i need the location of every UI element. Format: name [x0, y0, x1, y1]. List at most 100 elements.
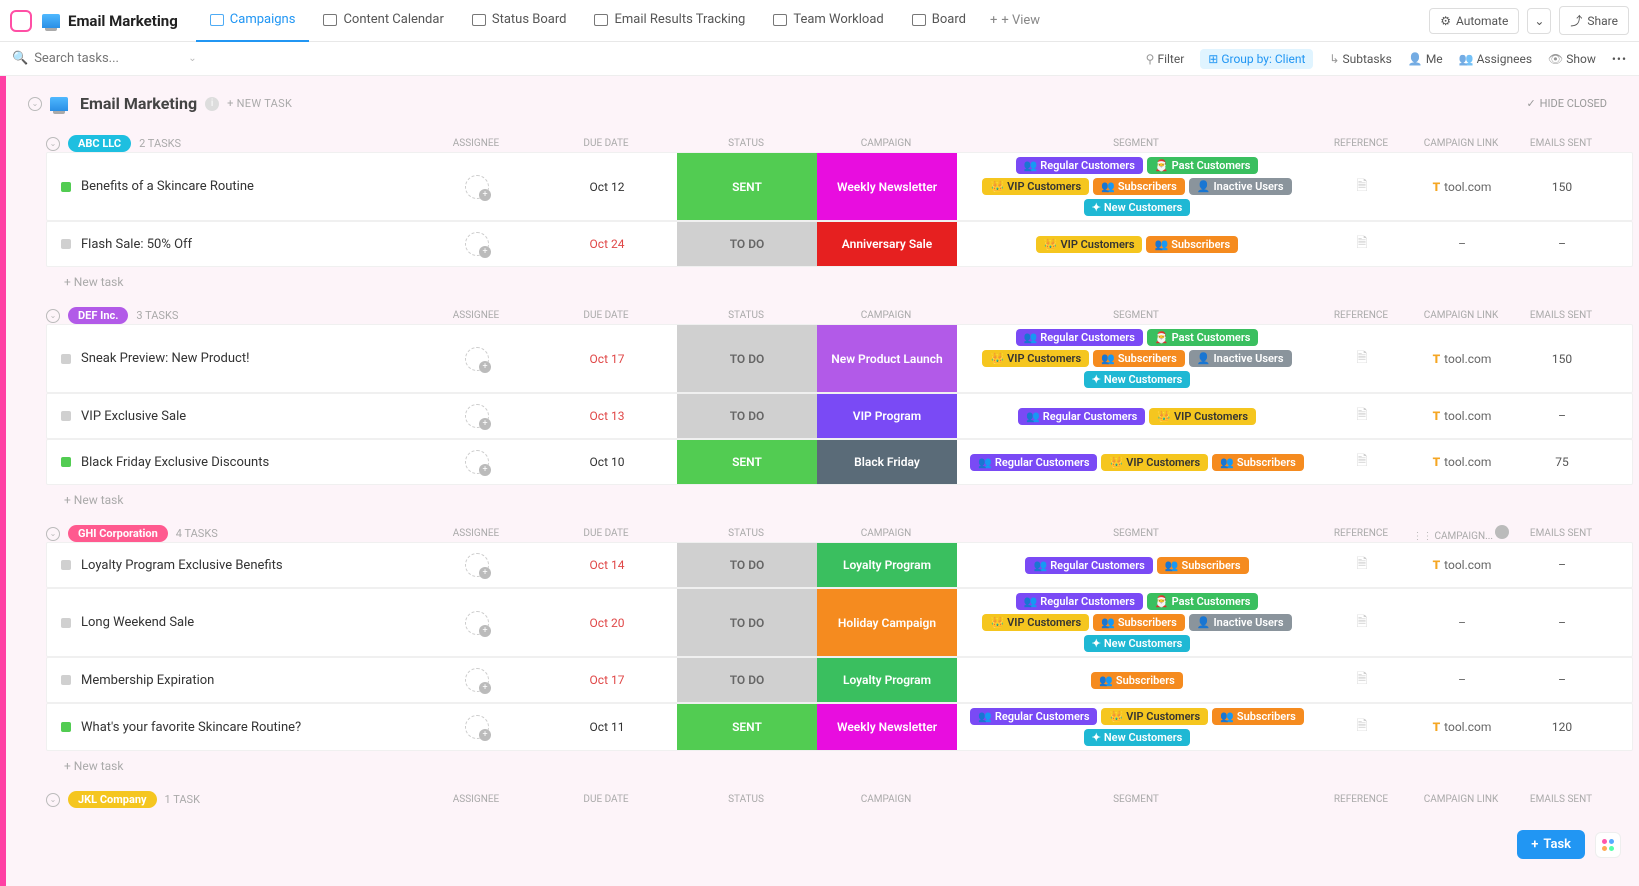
column-header[interactable]: CAMPAIGN — [816, 138, 956, 149]
segments-cell[interactable]: 👥 Regular Customers👑 VIP Customers — [957, 404, 1317, 429]
status-square-icon[interactable] — [61, 722, 71, 732]
due-date[interactable]: Oct 17 — [537, 352, 677, 366]
status-cell[interactable]: SENT — [677, 153, 817, 220]
column-header[interactable]: EMAILS SENT — [1516, 310, 1606, 321]
column-header[interactable]: STATUS — [676, 528, 816, 539]
subtasks-button[interactable]: ↳ Subtasks — [1329, 52, 1391, 66]
column-header[interactable]: SEGMENT — [956, 528, 1316, 539]
column-header[interactable]: SEGMENT — [956, 138, 1316, 149]
segments-cell[interactable]: 👥 Subscribers — [957, 668, 1317, 693]
campaign-cell[interactable]: New Product Launch — [817, 325, 957, 392]
reference-icon[interactable]: 🗎 — [1356, 450, 1367, 474]
segment-tag[interactable]: 👤 Inactive Users — [1189, 614, 1292, 631]
segment-tag[interactable]: ✦ New Customers — [1084, 729, 1191, 746]
column-header[interactable]: ASSIGNEE — [416, 138, 536, 149]
due-date[interactable]: Oct 11 — [537, 720, 677, 734]
drag-handle-icon[interactable]: ⋮⋮ — [1413, 531, 1433, 542]
column-header[interactable]: STATUS — [676, 794, 816, 805]
segment-tag[interactable]: 👑 VIP Customers — [982, 614, 1089, 631]
group-pill[interactable]: ABC LLC — [68, 135, 131, 152]
column-header[interactable]: CAMPAIGN — [816, 528, 956, 539]
reference-icon[interactable]: 🗎 — [1356, 404, 1367, 428]
segments-cell[interactable]: 👥 Regular Customers👑 VIP Customers👥 Subs… — [957, 704, 1317, 750]
status-square-icon[interactable] — [61, 354, 71, 364]
segment-tag[interactable]: 👥 Regular Customers — [1018, 408, 1145, 425]
column-header[interactable]: REFERENCE — [1316, 138, 1406, 149]
new-task-button[interactable]: + NEW TASK — [227, 97, 292, 110]
segment-tag[interactable]: 👑 VIP Customers — [982, 178, 1089, 195]
task-row[interactable]: Sneak Preview: New Product!Oct 17TO DONe… — [46, 324, 1633, 393]
search-input[interactable] — [34, 51, 174, 66]
collapse-group-icon[interactable]: ⌄ — [46, 793, 60, 807]
column-header[interactable]: REFERENCE — [1316, 528, 1406, 539]
automate-dropdown[interactable]: ⌄ — [1527, 8, 1551, 34]
reference-icon[interactable]: 🗎 — [1356, 715, 1367, 739]
assignee-add-icon[interactable] — [465, 611, 489, 635]
segment-tag[interactable]: 👑 VIP Customers — [1036, 236, 1143, 253]
segment-tag[interactable]: 👥 Subscribers — [1093, 350, 1185, 367]
segment-tag[interactable]: 👥 Subscribers — [1212, 454, 1304, 471]
apps-fab[interactable] — [1595, 832, 1621, 858]
me-button[interactable]: 👤 Me — [1408, 52, 1443, 66]
tab-email-results-tracking[interactable]: Email Results Tracking — [580, 0, 759, 42]
task-row[interactable]: What's your favorite Skincare Routine?Oc… — [46, 703, 1633, 751]
segment-tag[interactable]: 👥 Subscribers — [1093, 614, 1185, 631]
assignee-add-icon[interactable] — [465, 347, 489, 371]
status-cell[interactable]: SENT — [677, 440, 817, 484]
column-header[interactable]: EMAILS SENT — [1516, 138, 1606, 149]
segment-tag[interactable]: 👑 VIP Customers — [1101, 708, 1208, 725]
assignees-button[interactable]: 👥 Assignees — [1459, 52, 1532, 66]
new-task-row[interactable]: + New task — [24, 485, 1633, 507]
reference-icon[interactable]: 🗎 — [1356, 232, 1367, 256]
assignee-add-icon[interactable] — [465, 404, 489, 428]
emails-sent[interactable]: 150 — [1517, 352, 1607, 366]
segment-tag[interactable]: 👥 Regular Customers — [1016, 329, 1143, 346]
segment-tag[interactable]: 🎅 Past Customers — [1147, 157, 1259, 174]
segment-tag[interactable]: 👥 Subscribers — [1157, 557, 1249, 574]
campaign-link[interactable]: T tool.com — [1407, 720, 1517, 734]
campaign-link[interactable]: T tool.com — [1407, 558, 1517, 572]
due-date[interactable]: Oct 12 — [537, 180, 677, 194]
collapse-group-icon[interactable]: ⌄ — [46, 137, 60, 151]
automate-button[interactable]: ⚙Automate — [1429, 8, 1519, 34]
app-logo-icon[interactable] — [10, 10, 32, 32]
reference-icon[interactable]: 🗎 — [1356, 611, 1367, 635]
search-dropdown-icon[interactable]: ⌄ — [188, 53, 196, 64]
column-header[interactable]: CAMPAIGN LINK — [1406, 138, 1516, 149]
tab-content-calendar[interactable]: Content Calendar — [309, 0, 457, 42]
status-cell[interactable]: TO DO — [677, 394, 817, 438]
column-header[interactable]: ⋮⋮CAMPAIGN... — [1406, 525, 1516, 542]
status-cell[interactable]: TO DO — [677, 222, 817, 266]
segment-tag[interactable]: 👥 Regular Customers — [1016, 593, 1143, 610]
task-row[interactable]: Black Friday Exclusive DiscountsOct 10SE… — [46, 439, 1633, 485]
column-header[interactable]: SEGMENT — [956, 794, 1316, 805]
column-header[interactable]: EMAILS SENT — [1516, 794, 1606, 805]
due-date[interactable]: Oct 14 — [537, 558, 677, 572]
tab-status-board[interactable]: Status Board — [458, 0, 581, 42]
campaign-link[interactable]: – — [1407, 237, 1517, 251]
reference-icon[interactable]: 🗎 — [1356, 553, 1367, 577]
segment-tag[interactable]: 👤 Inactive Users — [1189, 350, 1292, 367]
assignee-add-icon[interactable] — [465, 232, 489, 256]
share-button[interactable]: ⤴Share — [1559, 6, 1629, 35]
segment-tag[interactable]: 👥 Subscribers — [1212, 708, 1304, 725]
column-header[interactable]: REFERENCE — [1316, 310, 1406, 321]
campaign-cell[interactable]: Holiday Campaign — [817, 589, 957, 656]
due-date[interactable]: Oct 24 — [537, 237, 677, 251]
emails-sent[interactable]: – — [1517, 673, 1607, 687]
segment-tag[interactable]: 👥 Regular Customers — [1016, 157, 1143, 174]
add-view-button[interactable]: ++ View — [980, 13, 1050, 28]
assignee-add-icon[interactable] — [465, 668, 489, 692]
column-header[interactable]: CAMPAIGN — [816, 310, 956, 321]
campaign-cell[interactable]: Loyalty Program — [817, 543, 957, 587]
column-header[interactable]: CAMPAIGN LINK — [1406, 310, 1516, 321]
tab-board[interactable]: Board — [898, 0, 980, 42]
segment-tag[interactable]: 🎅 Past Customers — [1147, 329, 1259, 346]
status-cell[interactable]: TO DO — [677, 325, 817, 392]
segments-cell[interactable]: 👥 Regular Customers🎅 Past Customers👑 VIP… — [957, 325, 1317, 392]
hide-closed-button[interactable]: ✓HIDE CLOSED — [1526, 97, 1627, 110]
task-row[interactable]: Membership ExpirationOct 17TO DOLoyalty … — [46, 657, 1633, 703]
campaign-cell[interactable]: Weekly Newsletter — [817, 153, 957, 220]
collapse-list-icon[interactable]: ⌄ — [28, 97, 42, 111]
column-header[interactable]: EMAILS SENT — [1516, 528, 1606, 539]
